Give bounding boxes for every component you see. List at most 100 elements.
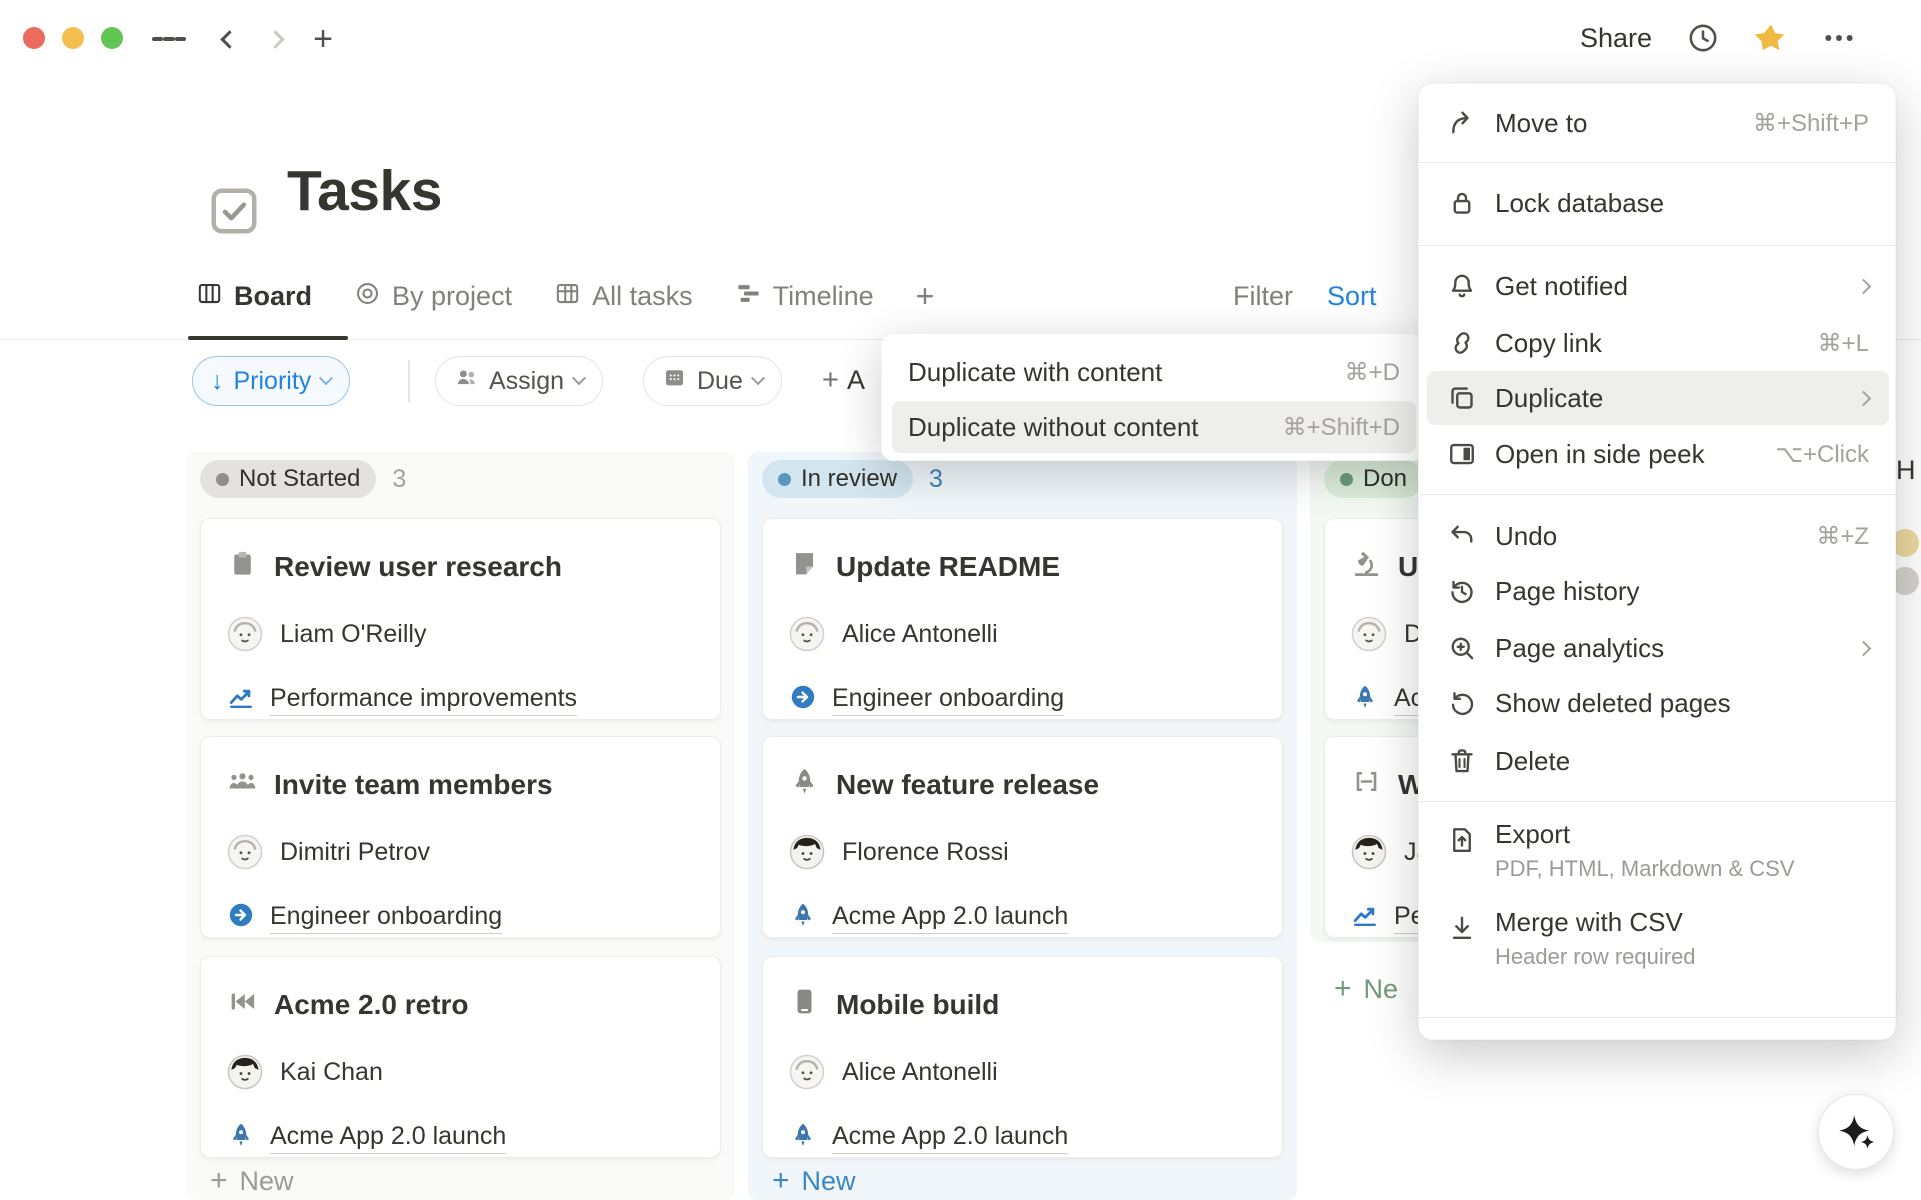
new-card-button[interactable]: + New bbox=[772, 1164, 856, 1198]
new-card-button[interactable]: +New bbox=[210, 1164, 294, 1198]
sidebar-menu-icon[interactable] bbox=[152, 22, 186, 56]
tab-label: Timeline bbox=[773, 281, 874, 312]
traffic-close-button[interactable] bbox=[23, 27, 45, 49]
favorite-star-icon[interactable] bbox=[1754, 21, 1788, 55]
related-page-link[interactable]: Acme App 2.0 launch bbox=[832, 1122, 1068, 1154]
tab-by-project[interactable]: By project bbox=[354, 280, 512, 314]
plus-icon: + bbox=[772, 1164, 790, 1198]
menu-item-label: Copy link bbox=[1495, 328, 1602, 359]
due-filter-chip[interactable]: Due bbox=[643, 356, 782, 406]
card-title-row: Invite team members bbox=[227, 759, 553, 811]
add-filter-button[interactable]: + A bbox=[822, 364, 865, 397]
new-label: New bbox=[802, 1166, 856, 1197]
menu-item-export[interactable]: ExportPDF, HTML, Markdown & CSV bbox=[1419, 813, 1897, 897]
tab-board[interactable]: Board bbox=[196, 280, 312, 314]
card-link-row: Acme App 2.0 launch bbox=[789, 899, 1068, 937]
priority-sort-chip[interactable]: ↓ Priority bbox=[192, 356, 350, 406]
new-page-icon[interactable]: + bbox=[306, 22, 340, 56]
group-count: 3 bbox=[392, 465, 406, 494]
submenu-item-duplicate-with-content[interactable]: Duplicate with content⌘+D bbox=[882, 346, 1426, 399]
card-title-row: Update README bbox=[789, 541, 1060, 593]
new-label: New bbox=[240, 1166, 294, 1197]
menu-item-shortcut: ⌘+L bbox=[1818, 329, 1869, 358]
task-card[interactable]: Review user researchLiam O'ReillyPerform… bbox=[200, 518, 721, 720]
menu-item-copy-link[interactable]: Copy link ⌘+L bbox=[1419, 315, 1897, 371]
lock-icon bbox=[1447, 188, 1477, 218]
card-assignee-row: Alice Antonelli bbox=[789, 615, 998, 653]
page-title[interactable]: Tasks bbox=[287, 158, 442, 224]
submenu-item-shortcut: ⌘+D bbox=[1345, 358, 1400, 387]
add-view-icon[interactable]: + bbox=[916, 278, 935, 315]
menu-item-label: Export bbox=[1495, 819, 1795, 850]
menu-divider bbox=[1419, 801, 1897, 802]
page-checkbox-icon[interactable] bbox=[207, 184, 261, 238]
calendar-icon bbox=[662, 365, 687, 397]
menu-item-delete[interactable]: Delete bbox=[1419, 733, 1897, 789]
menu-item-shortcut: ⌘+Z bbox=[1816, 522, 1869, 551]
tab-all-tasks[interactable]: All tasks bbox=[554, 280, 693, 314]
menu-item-merge-with-csv[interactable]: Merge with CSVHeader row required bbox=[1419, 901, 1897, 985]
related-page-link[interactable]: Performance improvements bbox=[270, 684, 577, 716]
group-name: Not Started bbox=[239, 465, 360, 493]
related-page-link[interactable]: Acme App 2.0 launch bbox=[270, 1122, 506, 1154]
assign-filter-chip[interactable]: Assign bbox=[435, 356, 603, 406]
more-options-icon[interactable] bbox=[1822, 21, 1856, 55]
menu-item-shortcut: ⌥+Click bbox=[1775, 440, 1869, 469]
restore-icon bbox=[1447, 688, 1477, 718]
submenu-item-duplicate-without-content[interactable]: Duplicate without content⌘+Shift+D bbox=[882, 401, 1426, 454]
new-card-button[interactable]: +Ne bbox=[1334, 972, 1398, 1006]
menu-item-label: Duplicate bbox=[1495, 383, 1603, 414]
back-icon[interactable] bbox=[212, 22, 246, 56]
rocket-blue-icon bbox=[789, 901, 817, 936]
card-title-row: Acme 2.0 retro bbox=[227, 979, 469, 1031]
tab-timeline[interactable]: Timeline bbox=[735, 280, 874, 314]
avatar bbox=[789, 616, 825, 652]
traffic-minimize-button[interactable] bbox=[62, 27, 84, 49]
avatar bbox=[1351, 616, 1387, 652]
submenu-item-shortcut: ⌘+Shift+D bbox=[1283, 413, 1400, 442]
plus-icon: + bbox=[1334, 972, 1352, 1006]
filter-button[interactable]: Filter bbox=[1233, 281, 1293, 312]
menu-item-move-to[interactable]: Move to⌘+Shift+P bbox=[1419, 95, 1897, 151]
menu-item-page-analytics[interactable]: Page analytics bbox=[1419, 620, 1897, 676]
card-link-row: Acme App 2.0 launch bbox=[789, 1119, 1068, 1157]
column-header: In review3 bbox=[762, 460, 943, 498]
menu-item-label: Get notified bbox=[1495, 271, 1628, 302]
related-page-link[interactable]: Engineer onboarding bbox=[832, 684, 1064, 716]
duplicate-icon bbox=[1447, 383, 1477, 413]
ai-sparkle-button[interactable] bbox=[1818, 1094, 1894, 1170]
card-title-row: Mobile build bbox=[789, 979, 999, 1031]
board-column: In review3 Update README Alice Antonelli En… bbox=[748, 452, 1297, 1200]
avatar bbox=[227, 834, 263, 870]
traffic-zoom-button[interactable] bbox=[101, 27, 123, 49]
menu-item-show-deleted-pages[interactable]: Show deleted pages bbox=[1419, 675, 1897, 731]
chevron-down-icon bbox=[572, 371, 586, 385]
task-card[interactable]: Acme 2.0 retroKai ChanAcme App 2.0 launc… bbox=[200, 956, 721, 1158]
card-title: Review user research bbox=[274, 551, 562, 583]
share-button[interactable]: Share bbox=[1580, 23, 1652, 54]
task-card[interactable]: New feature releaseFlorence RossiAcme Ap… bbox=[762, 736, 1283, 938]
avatar bbox=[789, 1054, 825, 1090]
group-pill[interactable]: Not Started bbox=[200, 460, 376, 498]
timeline-icon bbox=[735, 280, 762, 314]
menu-item-lock-database[interactable]: Lock database bbox=[1419, 175, 1897, 231]
menu-item-get-notified[interactable]: Get notified bbox=[1419, 258, 1897, 314]
task-card[interactable]: Update README Alice Antonelli Engineer onb… bbox=[762, 518, 1283, 720]
clipped-column-fragment: H bbox=[1896, 455, 1916, 486]
card-title: Acme 2.0 retro bbox=[274, 989, 469, 1021]
updates-clock-icon[interactable] bbox=[1686, 21, 1720, 55]
menu-item-page-history[interactable]: Page history bbox=[1419, 563, 1897, 619]
related-page-link[interactable]: Acme App 2.0 launch bbox=[832, 902, 1068, 934]
menu-item-label: Merge with CSV bbox=[1495, 907, 1696, 938]
group-name: Don bbox=[1363, 465, 1407, 493]
group-pill[interactable]: Don bbox=[1324, 460, 1423, 498]
menu-item-undo[interactable]: Undo⌘+Z bbox=[1419, 508, 1897, 564]
menu-item-open-in-side-peek[interactable]: Open in side peek ⌥+Click bbox=[1419, 426, 1897, 482]
group-pill[interactable]: In review bbox=[762, 460, 913, 498]
menu-item-duplicate[interactable]: Duplicate bbox=[1419, 370, 1897, 426]
menu-item-label: Open in side peek bbox=[1495, 439, 1705, 470]
task-card[interactable]: Mobile buildAlice AntonelliAcme App 2.0 … bbox=[762, 956, 1283, 1158]
related-page-link[interactable]: Engineer onboarding bbox=[270, 902, 502, 934]
sort-button[interactable]: Sort bbox=[1327, 281, 1377, 312]
task-card[interactable]: Invite team membersDimitri PetrovEnginee… bbox=[200, 736, 721, 938]
